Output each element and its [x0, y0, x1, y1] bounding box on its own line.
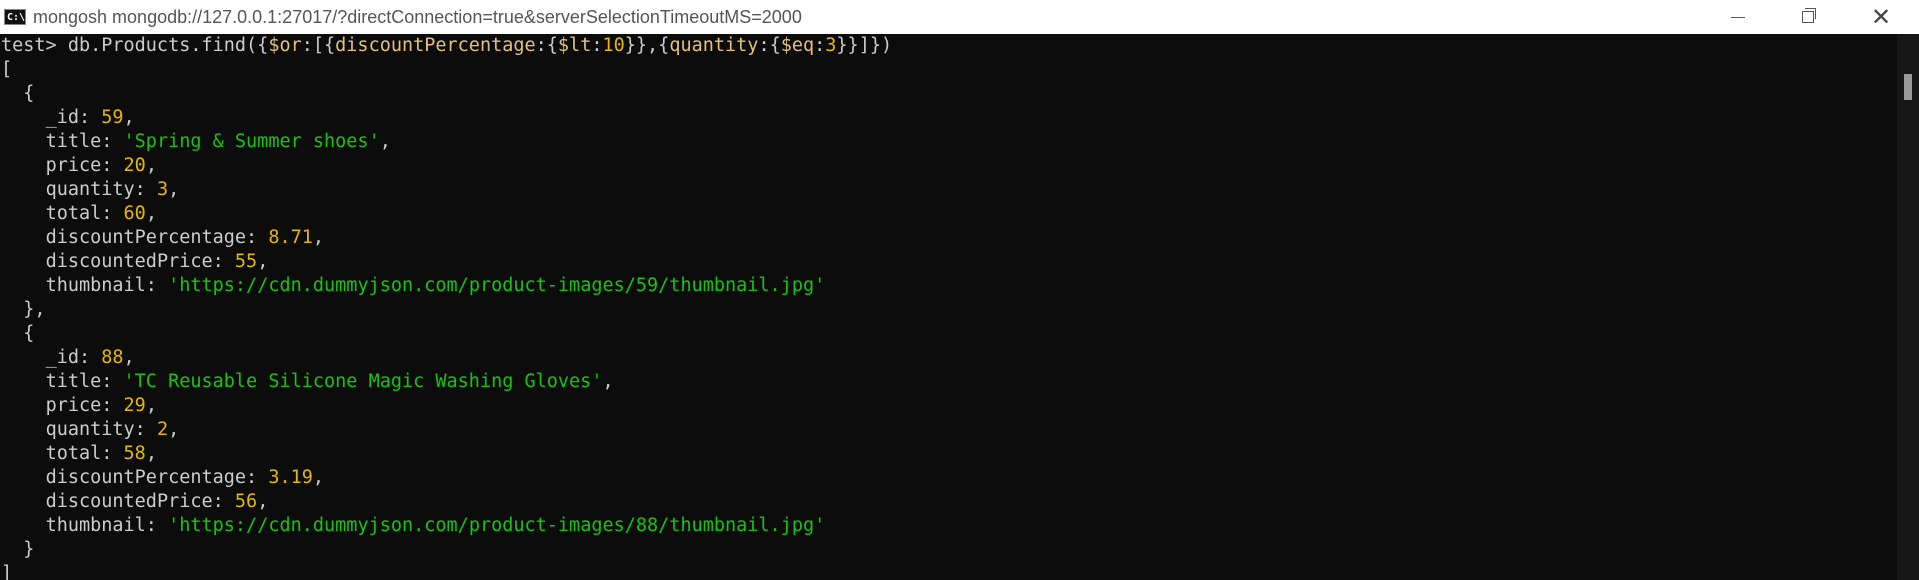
doc-open: { — [1, 323, 35, 344]
field-price: price: 20, — [45, 155, 157, 176]
field-discount-percentage: discountPercentage: 8.71, — [45, 227, 325, 248]
command-line: test> db.Products.find({$or:[{discountPe… — [1, 35, 893, 56]
field-discounted-price: discountedPrice: 56, — [45, 491, 269, 512]
field-discounted-price: discountedPrice: 55, — [45, 251, 269, 272]
doc-close: } — [1, 539, 35, 560]
terminal-output[interactable]: test> db.Products.find({$or:[{discountPe… — [0, 34, 1897, 580]
field-quantity: quantity: 2, — [45, 419, 180, 440]
doc-open: { — [1, 83, 35, 104]
minimize-button[interactable] — [1703, 0, 1773, 34]
field-quantity: quantity: 3, — [45, 179, 180, 200]
prompt: test> — [1, 35, 68, 56]
field-id: _id: 88, — [45, 347, 135, 368]
scrollbar-thumb[interactable] — [1904, 74, 1912, 100]
field-thumbnail: thumbnail: 'https://cdn.dummyjson.com/pr… — [45, 515, 826, 536]
doc-close: }, — [1, 299, 46, 320]
vertical-scrollbar[interactable] — [1897, 34, 1919, 580]
array-close: ] — [1, 563, 13, 580]
cmd-icon: C:\. — [4, 9, 31, 25]
field-thumbnail: thumbnail: 'https://cdn.dummyjson.com/pr… — [45, 275, 826, 296]
field-total: total: 58, — [45, 443, 157, 464]
field-title: title: 'TC Reusable Silicone Magic Washi… — [45, 371, 614, 392]
close-button[interactable]: ✕ — [1843, 0, 1919, 34]
field-total: total: 60, — [45, 203, 157, 224]
close-icon: ✕ — [1870, 3, 1892, 31]
title-bar: C:\. mongosh mongodb://127.0.0.1:27017/?… — [0, 0, 1919, 34]
array-open: [ — [1, 59, 13, 80]
minimize-icon — [1731, 16, 1745, 18]
window-controls: ✕ — [1703, 0, 1919, 34]
field-discount-percentage: discountPercentage: 3.19, — [45, 467, 325, 488]
field-price: price: 29, — [45, 395, 157, 416]
field-title: title: 'Spring & Summer shoes', — [45, 131, 391, 152]
maximize-button[interactable] — [1773, 0, 1843, 34]
restore-icon — [1802, 8, 1816, 23]
window-title: mongosh mongodb://127.0.0.1:27017/?direc… — [33, 6, 802, 27]
field-id: _id: 59, — [45, 107, 135, 128]
